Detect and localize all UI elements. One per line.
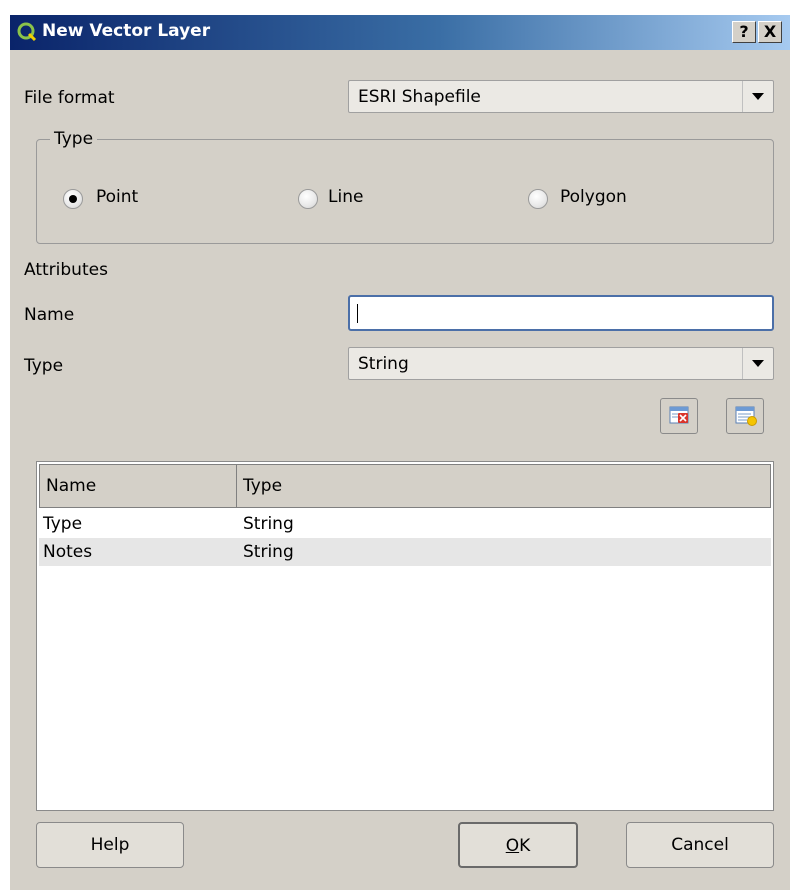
attribute-name-input[interactable] bbox=[348, 295, 774, 331]
point-radio-label[interactable]: Point bbox=[96, 187, 138, 207]
cell-name: Type bbox=[43, 514, 83, 534]
line-radio[interactable] bbox=[298, 189, 318, 209]
cell-type: String bbox=[243, 514, 294, 534]
dialog-title: New Vector Layer bbox=[42, 21, 211, 41]
file-format-select[interactable]: ESRI Shapefile bbox=[348, 80, 774, 113]
column-header-type[interactable]: Type bbox=[237, 465, 770, 507]
file-format-label: File format bbox=[24, 88, 115, 108]
polygon-radio[interactable] bbox=[528, 189, 548, 209]
table-row[interactable]: Type String bbox=[39, 510, 771, 538]
help-button[interactable]: Help bbox=[36, 822, 184, 868]
chevron-down-icon[interactable] bbox=[742, 81, 773, 112]
cell-type: String bbox=[243, 542, 294, 562]
add-attribute-button[interactable] bbox=[726, 398, 764, 434]
attribute-name-label: Name bbox=[24, 305, 75, 325]
geometry-type-group bbox=[36, 139, 774, 244]
add-attribute-icon bbox=[735, 406, 757, 426]
attribute-type-value: String bbox=[358, 354, 409, 374]
point-radio[interactable] bbox=[63, 189, 83, 209]
remove-attribute-button[interactable] bbox=[660, 398, 698, 434]
ok-mnemonic: O bbox=[505, 836, 520, 856]
attributes-section-label: Attributes bbox=[24, 260, 108, 280]
polygon-radio-label[interactable]: Polygon bbox=[560, 187, 627, 207]
line-radio-label[interactable]: Line bbox=[328, 187, 363, 207]
remove-attribute-icon bbox=[669, 406, 689, 424]
table-row[interactable]: Notes String bbox=[39, 538, 771, 566]
context-help-button[interactable]: ? bbox=[732, 21, 756, 43]
new-vector-layer-dialog: New Vector Layer ? X File format ESRI Sh… bbox=[10, 15, 790, 890]
chevron-down-icon[interactable] bbox=[742, 348, 773, 379]
file-format-value: ESRI Shapefile bbox=[358, 87, 481, 107]
column-header-name[interactable]: Name bbox=[40, 465, 237, 507]
table-header: Name Type bbox=[39, 464, 771, 508]
cell-name: Notes bbox=[43, 542, 93, 562]
ok-label-rest: K bbox=[519, 836, 531, 856]
qgis-logo-icon bbox=[17, 22, 37, 42]
title-bar[interactable]: New Vector Layer ? X bbox=[10, 15, 790, 50]
text-caret bbox=[357, 304, 358, 323]
cancel-button[interactable]: Cancel bbox=[626, 822, 774, 868]
attribute-type-label: Type bbox=[24, 356, 64, 376]
attribute-type-select[interactable]: String bbox=[348, 347, 774, 380]
ok-button[interactable]: OK bbox=[458, 822, 578, 868]
attribute-table[interactable]: Name Type Type String Notes String bbox=[36, 461, 774, 811]
geometry-type-group-title: Type bbox=[50, 129, 98, 149]
close-button[interactable]: X bbox=[758, 21, 782, 43]
